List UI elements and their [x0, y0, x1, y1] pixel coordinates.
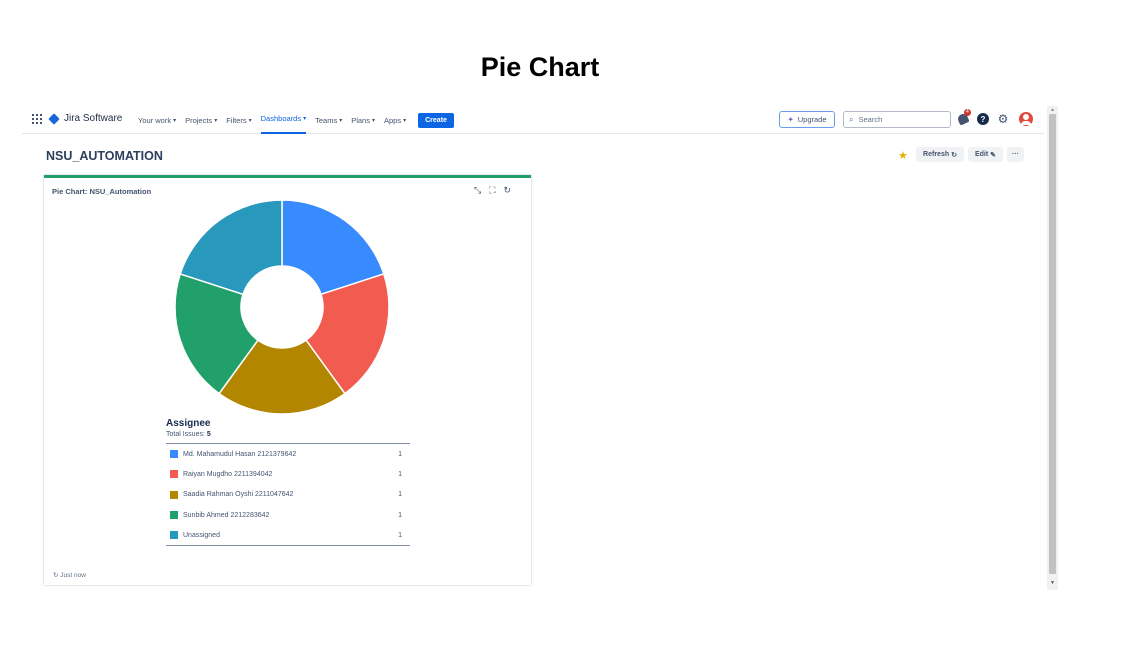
legend-count: 1 [398, 470, 402, 478]
legend-row[interactable]: Unassigned 1 [166, 525, 410, 545]
pie-chart [174, 199, 390, 415]
scrollbar[interactable]: ▲ ▼ [1047, 106, 1058, 590]
legend-table: Md. Mahamudul Hasan 2121379642 1 Raiyan Mu… [166, 443, 410, 547]
legend-row[interactable]: Md. Mahamudul Hasan 2121379642 1 [166, 444, 410, 464]
help-icon[interactable]: ? [977, 113, 989, 125]
nav-items: Your work ▾ Projects ▾ Filters ▾ Dashboards… [138, 106, 454, 134]
nav-item-apps[interactable]: Apps ▾ [384, 116, 406, 125]
sparkle-icon: ✦ [787, 115, 794, 124]
legend-title: Assignee [166, 418, 211, 429]
star-icon[interactable]: ★ [898, 149, 908, 162]
legend-label[interactable]: Md. Mahamudul Hasan 2121379642 [183, 451, 296, 458]
nav-item-your-work[interactable]: Your work ▾ [138, 116, 176, 125]
more-actions-button[interactable]: ··· [1007, 147, 1024, 162]
scrollbar-thumb[interactable] [1049, 114, 1056, 574]
legend-swatch [170, 511, 178, 520]
legend-swatch [170, 531, 178, 540]
scroll-down-arrow[interactable]: ▼ [1050, 580, 1055, 586]
refresh-icon: ↻ [951, 151, 957, 159]
avatar[interactable] [1019, 112, 1033, 126]
legend-count: 1 [398, 491, 402, 499]
chevron-down-icon: ▾ [303, 116, 307, 122]
pencil-icon: ✎ [990, 151, 997, 159]
nav-item-filters[interactable]: Filters ▾ [226, 116, 251, 125]
notifications-button[interactable]: 4 [956, 109, 971, 126]
page-title: NSU_AUTOMATION [46, 149, 163, 163]
search-input[interactable]: ⌕ Search [843, 111, 951, 128]
legend-swatch [170, 490, 178, 499]
product-name: Jira Software [64, 113, 123, 124]
legend-swatch [170, 450, 178, 459]
legend-count: 1 [398, 511, 402, 519]
search-placeholder: Search [858, 115, 883, 124]
legend-row[interactable]: Sunbib Ahmed 2212283642 1 [166, 505, 410, 525]
top-navigation: Jira Software Your work ▾ Projects ▾ Filte… [22, 106, 1044, 134]
legend-row[interactable]: Raiyan Mugdho 2211394042 1 [166, 464, 410, 484]
scroll-up-arrow[interactable]: ▲ [1050, 107, 1055, 113]
jira-logo[interactable]: Jira Software [48, 112, 123, 125]
refresh-icon: ↻ [53, 572, 59, 579]
app-switcher-icon[interactable] [32, 114, 42, 124]
legend-count: 1 [398, 531, 402, 539]
search-icon: ⌕ [849, 114, 854, 124]
chevron-down-icon: ▾ [214, 117, 218, 124]
nav-item-projects[interactable]: Projects ▾ [185, 116, 217, 125]
create-button[interactable]: Create [418, 112, 454, 128]
upgrade-button[interactable]: ✦ Upgrade [779, 111, 835, 128]
legend-swatch [170, 470, 178, 479]
legend-row[interactable]: Saadia Rahman Oyshi 2211047642 1 [166, 485, 410, 505]
chevron-down-icon: ▾ [248, 117, 252, 124]
jira-window: Jira Software Your work ▾ Projects ▾ Filte… [22, 106, 1058, 590]
chevron-down-icon: ▾ [173, 117, 177, 124]
legend-label[interactable]: Saadia Rahman Oyshi 2211047642 [183, 491, 293, 498]
last-updated: ↻ Just now [53, 572, 86, 579]
chevron-down-icon: ▾ [371, 117, 375, 124]
legend-count: 1 [398, 450, 402, 458]
chevron-down-icon: ▾ [339, 117, 343, 124]
notification-badge: 4 [964, 109, 971, 116]
legend-label[interactable]: Raiyan Mugdho 2211394042 [183, 471, 272, 478]
legend-total: Total Issues: 5 [166, 431, 211, 438]
jira-logo-icon [48, 112, 60, 125]
legend-label[interactable]: Sunbib Ahmed 2212283642 [183, 512, 269, 519]
gear-icon[interactable]: ⚙ [997, 112, 1009, 126]
nav-item-teams[interactable]: Teams ▾ [315, 116, 342, 125]
nav-item-dashboards[interactable]: Dashboards ▾ [260, 106, 307, 134]
document-title: Pie Chart [480, 52, 600, 82]
refresh-button[interactable]: Refresh ↻ [916, 147, 964, 162]
pie-chart-gadget: Pie Chart: NSU_Automation ⤡ ⛶ ↻ Assignee… [44, 175, 531, 585]
legend-label[interactable]: Unassigned [183, 532, 220, 539]
total-issues-value: 5 [206, 431, 211, 438]
chevron-down-icon: ▾ [403, 117, 407, 124]
edit-button[interactable]: Edit ✎ [968, 147, 1003, 162]
nav-item-plans[interactable]: Plans ▾ [351, 116, 375, 125]
